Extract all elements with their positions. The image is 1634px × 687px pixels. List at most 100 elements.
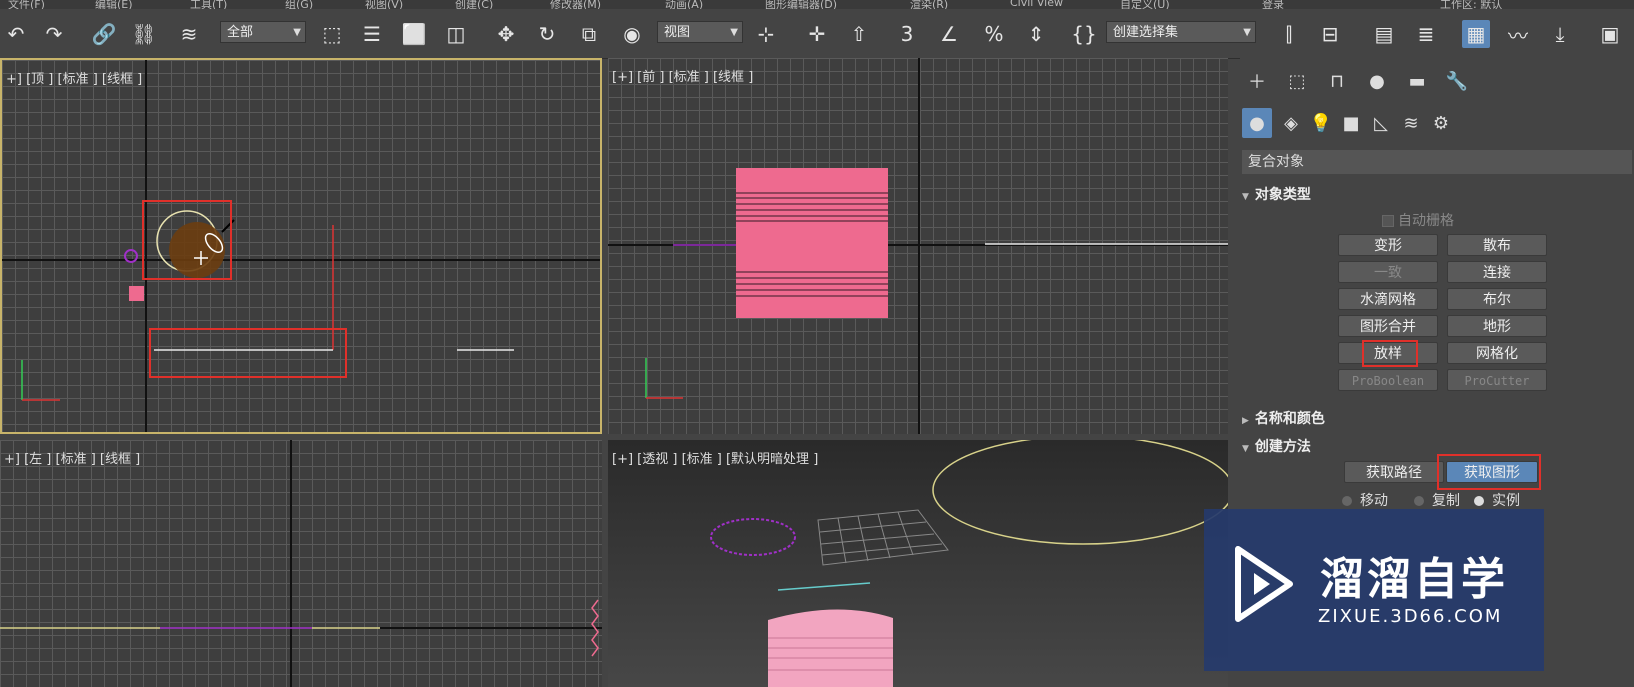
object-type-rollout-header[interactable]: ▼ 对象类型 — [1242, 184, 1632, 204]
viewport-front[interactable]: [+] [前 ] [标准 ] [线框 ] — [608, 58, 1228, 434]
space-warps-icon[interactable]: ≋ — [1396, 108, 1426, 138]
schematic-view-icon[interactable]: ⤓ — [1546, 20, 1574, 48]
procutter-button[interactable]: ProCutter — [1447, 369, 1547, 391]
collapse-triangle-icon: ▼ — [1242, 444, 1249, 454]
expand-triangle-icon: ▶ — [1242, 416, 1249, 426]
mesher-button[interactable]: 网格化 — [1447, 342, 1547, 364]
hierarchy-tab-icon[interactable]: ⊓ — [1322, 66, 1352, 96]
keyboard-shortcut-icon[interactable]: ⇧ — [845, 20, 873, 48]
curve-editor-icon[interactable]: 〰 — [1504, 20, 1532, 48]
instance-radio[interactable]: 实例 — [1474, 490, 1520, 510]
mirror-icon[interactable]: ⫿ — [1275, 20, 1303, 48]
morph-button[interactable]: 变形 — [1338, 234, 1438, 256]
menu-animation[interactable]: 动画(A) — [665, 0, 703, 9]
play-logo-icon — [1235, 546, 1293, 622]
connect-button[interactable]: 连接 — [1447, 261, 1547, 283]
category-dropdown[interactable]: 复合对象 — [1242, 150, 1632, 174]
menu-graph-editors[interactable]: 图形编辑器(D) — [765, 0, 837, 9]
scatter-button[interactable]: 散布 — [1447, 234, 1547, 256]
bind-space-warp-icon[interactable]: ≋ — [175, 20, 203, 48]
rect-region-icon[interactable]: ⬜ — [400, 20, 428, 48]
radio-label: 复制 — [1432, 493, 1460, 509]
percent-snap-icon[interactable]: % — [980, 20, 1008, 48]
named-selection-dropdown[interactable]: 创建选择集 ▼ — [1106, 21, 1256, 43]
blobmesh-button[interactable]: 水滴网格 — [1338, 288, 1438, 310]
angle-snap-icon[interactable]: ∠ — [935, 20, 963, 48]
window-crossing-icon[interactable]: ◫ — [442, 20, 470, 48]
watermark-url: ZIXUE.3D66.COM — [1318, 606, 1503, 627]
copy-radio[interactable]: 复制 — [1414, 490, 1460, 510]
chevron-down-icon: ▼ — [1243, 27, 1251, 38]
menu-civil-view[interactable]: Civil View — [1010, 0, 1063, 9]
left-scene — [0, 599, 602, 657]
undo-icon[interactable]: ↶ — [2, 20, 30, 48]
creation-method-rollout-header[interactable]: ▼ 创建方法 — [1242, 436, 1632, 456]
menu-tools[interactable]: 工具(T) — [190, 0, 227, 9]
menu-modifiers[interactable]: 修改器(M) — [550, 0, 601, 9]
unlink-icon[interactable]: ⛓ — [130, 20, 158, 48]
viewport-left[interactable]: +] [左 ] [标准 ] [线框 ] — [0, 440, 602, 687]
snap-3-icon[interactable]: 3 — [893, 20, 921, 48]
use-pivot-icon[interactable]: ⊹ — [752, 20, 780, 48]
move-icon[interactable]: ✥ — [492, 20, 520, 48]
toggle-ribbon-icon[interactable]: ▦ — [1462, 20, 1490, 48]
command-panel-tabs: ＋ ⬚ ⊓ ● ▬ 🔧 — [1240, 58, 1634, 102]
terrain-button[interactable]: 地形 — [1447, 315, 1547, 337]
toggle-layer-explorer-icon[interactable]: ≣ — [1412, 20, 1440, 48]
boolean-button[interactable]: 布尔 — [1447, 288, 1547, 310]
get-path-button[interactable]: 获取路径 — [1344, 461, 1444, 483]
rotate-icon[interactable]: ↻ — [533, 20, 561, 48]
proboolean-button[interactable]: ProBoolean — [1338, 369, 1438, 391]
move-radio[interactable]: 移动 — [1342, 490, 1388, 510]
shapemerge-button[interactable]: 图形合并 — [1338, 315, 1438, 337]
chevron-down-icon: ▼ — [293, 27, 301, 38]
menu-file[interactable]: 文件(F) — [8, 0, 45, 9]
menu-rendering[interactable]: 渲染(R) — [910, 0, 948, 9]
link-icon[interactable]: 🔗 — [90, 20, 118, 48]
menu-views[interactable]: 视图(V) — [365, 0, 403, 9]
signin-label[interactable]: 登录 — [1262, 0, 1284, 9]
edit-named-sets-icon[interactable]: {} — [1070, 20, 1098, 48]
create-tab-icon[interactable]: ＋ — [1242, 66, 1272, 96]
rollout-title: 对象类型 — [1254, 187, 1311, 203]
selection-filter-value: 全部 — [227, 25, 254, 40]
cameras-icon[interactable]: ■ — [1336, 108, 1366, 138]
utilities-tab-icon[interactable]: 🔧 — [1442, 66, 1472, 96]
manipulate-icon[interactable]: ✛ — [803, 20, 831, 48]
modify-tab-icon[interactable]: ⬚ — [1282, 66, 1312, 96]
select-by-name-icon[interactable]: ☰ — [358, 20, 386, 48]
shapes-icon[interactable]: ◈ — [1276, 108, 1306, 138]
conform-button[interactable]: 一致 — [1338, 261, 1438, 283]
autogrid-checkbox[interactable]: 自动栅格 — [1382, 210, 1454, 230]
menu-customize[interactable]: 自定义(U) — [1120, 0, 1170, 9]
redo-icon[interactable]: ↷ — [40, 20, 68, 48]
selection-filter-dropdown[interactable]: 全部 ▼ — [220, 21, 306, 43]
menu-edit[interactable]: 编辑(E) — [95, 0, 133, 9]
material-editor-icon[interactable]: ▣ — [1596, 20, 1624, 48]
lights-icon[interactable]: 💡 — [1306, 108, 1336, 138]
viewport-top[interactable]: +] [顶 ] [标准 ] [线框 ] — [0, 58, 602, 434]
select-and-place-icon[interactable]: ◉ — [618, 20, 646, 48]
motion-tab-icon[interactable]: ● — [1362, 66, 1392, 96]
menu-group[interactable]: 组(G) — [285, 0, 313, 9]
highlight-path-box — [149, 328, 347, 378]
select-object-icon[interactable]: ⬚ — [318, 20, 346, 48]
main-toolbar: ↶ ↷ 🔗 ⛓ ≋ 全部 ▼ ⬚ ☰ ⬜ ◫ ✥ ↻ ⧉ ◉ 视图 ▼ ⊹ ✛ ⇧ … — [0, 9, 1634, 59]
front-scene — [645, 168, 1228, 399]
spinner-snap-icon[interactable]: ⇕ — [1022, 20, 1050, 48]
align-icon[interactable]: ⊟ — [1316, 20, 1344, 48]
persp-scene — [710, 440, 1228, 687]
name-color-rollout-header[interactable]: ▶ 名称和颜色 — [1242, 408, 1632, 428]
display-tab-icon[interactable]: ▬ — [1402, 66, 1432, 96]
viewport-perspective[interactable]: [+] [透视 ] [标准 ] [默认明暗处理 ] — [608, 440, 1228, 687]
toggle-scene-explorer-icon[interactable]: ▤ — [1370, 20, 1398, 48]
ref-coord-dropdown[interactable]: 视图 ▼ — [657, 21, 743, 43]
helpers-icon[interactable]: ◺ — [1366, 108, 1396, 138]
workspace-label[interactable]: 工作区: 默认 — [1440, 0, 1502, 9]
systems-icon[interactable]: ⚙ — [1426, 108, 1456, 138]
radio-selected-icon — [1474, 496, 1484, 506]
radio-icon — [1342, 496, 1352, 506]
geometry-icon[interactable]: ● — [1242, 108, 1272, 138]
scale-icon[interactable]: ⧉ — [575, 20, 603, 48]
menu-create[interactable]: 创建(C) — [455, 0, 493, 9]
